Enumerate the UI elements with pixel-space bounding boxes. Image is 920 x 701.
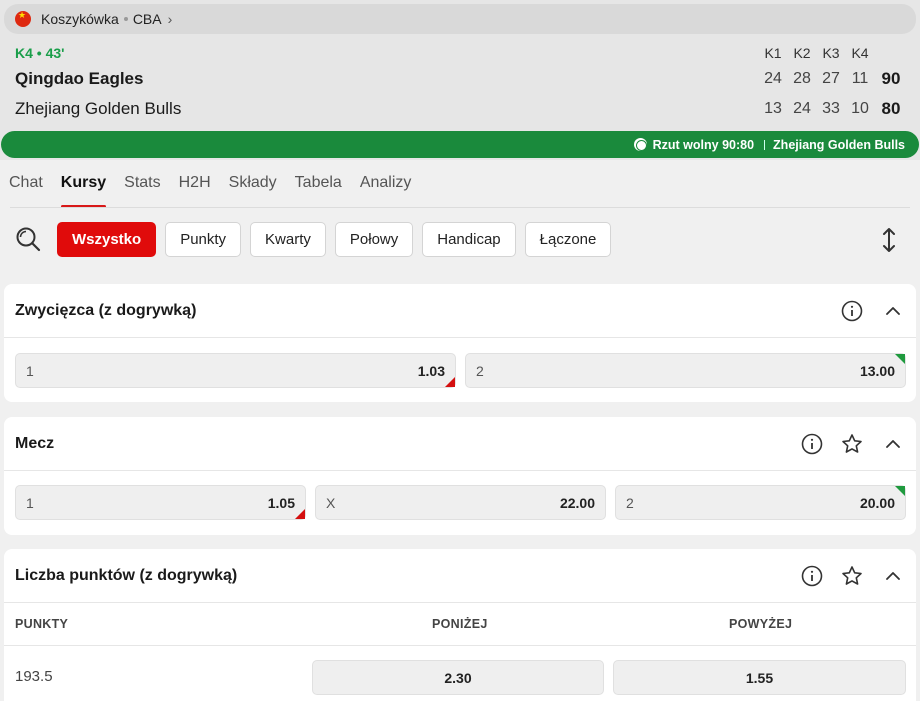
- team-away-name: Zhejiang Golden Bulls: [15, 99, 182, 118]
- odds-under-button[interactable]: 2.30: [312, 660, 604, 695]
- odds-button[interactable]: X 22.00: [315, 485, 606, 520]
- filter-punkty[interactable]: Punkty: [165, 222, 242, 257]
- outcome-label: 1: [26, 494, 34, 511]
- filter-wszystko[interactable]: Wszystko: [57, 222, 157, 257]
- market-header[interactable]: Liczba punktów (z dogrywką): [4, 549, 916, 603]
- tab-tabela[interactable]: Tabela: [286, 165, 351, 201]
- market-card-match: Mecz 1 1.05 X 22.00 2 20.00: [4, 417, 916, 535]
- outcome-label: X: [326, 494, 336, 511]
- market-title: Zwycięzca (z dogrywką): [15, 301, 197, 319]
- odds-button[interactable]: 1 1.05: [15, 485, 306, 520]
- tab-bar: Chat Kursy Stats H2H Składy Tabela Anali…: [0, 165, 420, 209]
- filter-kwarty[interactable]: Kwarty: [250, 222, 326, 257]
- chevron-up-icon[interactable]: [882, 433, 904, 455]
- quarter-header: K2: [793, 45, 811, 61]
- odds-button[interactable]: 1 1.03: [15, 353, 456, 388]
- filter-chips: Wszystko Punkty Kwarty Połowy Handicap Ł…: [57, 222, 612, 257]
- sort-arrows-icon[interactable]: [878, 226, 900, 254]
- odds-value: 20.00: [859, 494, 895, 511]
- chevron-up-icon[interactable]: [882, 565, 904, 587]
- outcome-label: 2: [626, 494, 634, 511]
- breadcrumb-sport[interactable]: Koszykówka: [41, 11, 119, 27]
- tab-stats[interactable]: Stats: [115, 165, 169, 201]
- odds-down-indicator: [445, 377, 455, 387]
- score-cell: 27: [822, 70, 840, 87]
- outcome-label: 2: [476, 362, 484, 379]
- score-cell: 24: [764, 70, 782, 87]
- market-title: Liczba punktów (z dogrywką): [15, 566, 238, 584]
- info-icon[interactable]: [841, 300, 863, 322]
- match-status: K4 • 43': [15, 45, 65, 61]
- score-cell: 28: [793, 70, 811, 87]
- odds-value: 22.00: [559, 494, 595, 511]
- tab-h2h[interactable]: H2H: [170, 165, 220, 201]
- market-header[interactable]: Zwycięzca (z dogrywką): [4, 284, 916, 338]
- odds-down-indicator: [295, 509, 305, 519]
- chevron-up-icon[interactable]: [882, 300, 904, 322]
- outcome-label: 1: [26, 362, 34, 379]
- points-line: 193.5: [15, 668, 53, 685]
- score-cell: 10: [851, 100, 869, 117]
- match-header: Koszykówka CBA › K4 • 43' K1 K2 K3 K4 Qi…: [0, 0, 920, 160]
- column-header-over: POWYŻEJ: [729, 617, 793, 631]
- filter-laczone[interactable]: Łączone: [524, 222, 612, 257]
- china-flag-icon: [15, 10, 31, 27]
- tab-sklady[interactable]: Składy: [220, 165, 286, 201]
- filter-handicap[interactable]: Handicap: [422, 222, 516, 257]
- quarter-header: K4: [851, 45, 869, 61]
- score-cell: 24: [793, 100, 811, 117]
- filter-polowy[interactable]: Połowy: [334, 222, 414, 257]
- breadcrumb-dot: [123, 17, 128, 21]
- odds-up-indicator: [895, 354, 905, 364]
- row-divider: [4, 645, 916, 646]
- info-icon[interactable]: [801, 565, 823, 587]
- ticker-team: Zhejiang Golden Bulls: [773, 137, 905, 152]
- market-header[interactable]: Mecz: [4, 417, 916, 471]
- odds-value: 13.00: [859, 362, 895, 379]
- odds-value: 1.05: [267, 494, 295, 511]
- ticker-divider: [764, 139, 766, 150]
- live-ticker: Rzut wolny 90:80 Zhejiang Golden Bulls: [1, 131, 919, 158]
- tab-divider: [10, 207, 910, 208]
- star-icon[interactable]: [841, 433, 863, 455]
- score-cell: 11: [851, 70, 869, 87]
- star-icon[interactable]: [841, 565, 863, 587]
- score-cell: 33: [822, 100, 840, 117]
- total-score: 80: [881, 99, 901, 118]
- odds-button[interactable]: 2 20.00: [615, 485, 906, 520]
- score-cell: 13: [764, 100, 782, 117]
- breadcrumb-league[interactable]: CBA: [133, 11, 162, 27]
- column-header-points: PUNKTY: [15, 617, 69, 631]
- ticker-event: Rzut wolny 90:80: [652, 137, 755, 152]
- odds-over-button[interactable]: 1.55: [613, 660, 906, 695]
- odds-button[interactable]: 2 13.00: [465, 353, 906, 388]
- basketball-icon: [633, 138, 647, 151]
- tab-analizy[interactable]: Analizy: [351, 165, 421, 201]
- info-icon[interactable]: [801, 433, 823, 455]
- odds-value: 1.03: [417, 362, 445, 379]
- quarter-header: K1: [764, 45, 782, 61]
- breadcrumb[interactable]: Koszykówka CBA ›: [4, 4, 916, 34]
- market-card-points: Liczba punktów (z dogrywką) PUNKTY PONIŻ…: [4, 549, 916, 701]
- tab-chat[interactable]: Chat: [0, 165, 52, 201]
- chevron-right-icon: ›: [167, 11, 173, 27]
- tab-kursy[interactable]: Kursy: [52, 165, 115, 208]
- match-page: Koszykówka CBA › K4 • 43' K1 K2 K3 K4 Qi…: [0, 0, 920, 701]
- column-header-under: PONIŻEJ: [432, 617, 488, 631]
- market-title: Mecz: [15, 434, 55, 452]
- odds-up-indicator: [895, 486, 905, 496]
- total-score: 90: [881, 69, 901, 88]
- search-icon[interactable]: [15, 226, 41, 252]
- market-card-winner: Zwycięzca (z dogrywką) 1 1.03 2 13.00: [4, 284, 916, 402]
- team-home-name: Qingdao Eagles: [15, 69, 144, 88]
- quarter-header: K3: [822, 45, 840, 61]
